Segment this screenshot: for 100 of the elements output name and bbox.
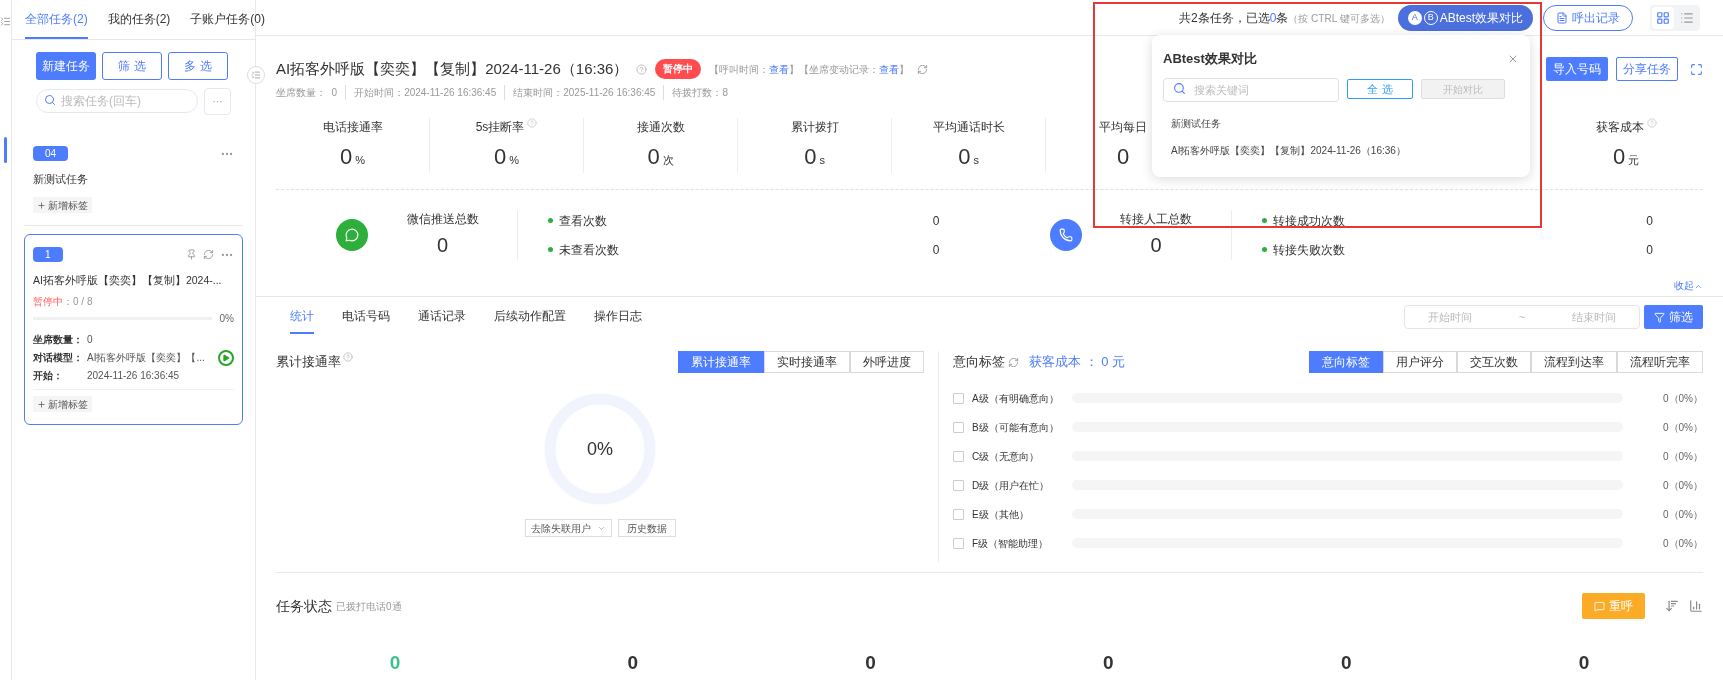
segment-tab[interactable]: 实时接通率 <box>764 351 850 373</box>
stat-unit: 次 <box>662 153 674 168</box>
stat-label: 累计拨打 <box>790 119 839 136</box>
sub-tab[interactable]: 统计 <box>290 300 314 334</box>
segment-tab[interactable]: 用户评分 <box>1383 351 1457 373</box>
checkbox[interactable] <box>953 421 964 433</box>
stat-value: 0 <box>647 143 660 171</box>
sub-tab[interactable]: 电话号码 <box>342 300 390 334</box>
user-filter-select[interactable]: 去除失联用户 <box>524 519 612 537</box>
select-all-button[interactable]: 全 选 <box>1347 79 1413 99</box>
view-link[interactable]: 查看 <box>879 61 900 77</box>
segment-tab[interactable]: 流程到达率 <box>1531 351 1617 373</box>
header-button[interactable]: 分享任务 <box>1616 57 1678 81</box>
pin-icon[interactable] <box>186 249 197 260</box>
summary-hint: （按 CTRL 键可多选） <box>1288 11 1390 26</box>
checkbox[interactable] <box>953 479 964 491</box>
segment-tab[interactable]: 外呼进度 <box>850 351 924 373</box>
task-tab[interactable]: 子账户任务(0) <box>190 0 265 39</box>
intent-value: 0（0%） <box>1662 391 1703 406</box>
stat-label: 接通次数 <box>636 119 685 136</box>
add-tag-button[interactable]: 新增标签 <box>33 396 92 412</box>
push-item-label: 转接失败次数 <box>1272 241 1346 259</box>
segment-tab[interactable]: 流程听完率 <box>1617 351 1703 373</box>
meta-text: 待拨打数：8 <box>663 85 728 100</box>
refresh-icon[interactable] <box>1008 356 1019 368</box>
grid-view-icon[interactable] <box>1652 6 1674 29</box>
sub-tab[interactable]: 通话记录 <box>418 300 466 334</box>
stat-value: 0 <box>494 143 507 171</box>
bar-chart-icon[interactable] <box>1689 599 1703 613</box>
field-label: 开始： <box>33 369 64 383</box>
checkbox[interactable] <box>953 450 964 462</box>
sidebar-button[interactable]: 新建任务 <box>36 52 96 80</box>
task-badge: 04 <box>33 146 69 161</box>
segment-tab[interactable]: 累计接通率 <box>678 351 764 373</box>
stat-label: 平均通话时长 <box>932 119 1005 136</box>
intent-value: 0（0%） <box>1662 478 1703 493</box>
filter-icon <box>1654 311 1665 323</box>
popup-task-item[interactable]: 新测试任务 <box>1171 115 1519 131</box>
menu-icon[interactable] <box>0 16 11 27</box>
message-icon <box>1594 600 1605 612</box>
collapse-link[interactable]: 收起 <box>1674 280 1703 292</box>
sub-tab[interactable]: 后续动作配置 <box>494 300 566 334</box>
push-item-value: 0 <box>932 212 940 230</box>
link-label: 【呼叫时间： <box>709 62 770 77</box>
intent-label: D级（用户在忙） <box>972 478 1051 493</box>
popup-search-field[interactable]: 搜索关键词 <box>1163 77 1339 102</box>
task-card[interactable]: 04 新测试任务 新增标签 <box>24 133 243 226</box>
field-label: 对话模型： <box>33 351 84 365</box>
intent-value: 0（0%） <box>1662 507 1703 522</box>
stat-value: 0 <box>1612 143 1626 171</box>
task-tab[interactable]: 全部任务(2) <box>25 0 88 39</box>
checkbox[interactable] <box>953 508 964 520</box>
popup-title: ABtest效果对比 <box>1163 50 1257 68</box>
help-icon <box>527 118 538 128</box>
meta-text: 结束时间：2025-11-26 16:36:45 <box>504 85 656 100</box>
sub-tab[interactable]: 操作日志 <box>594 300 642 334</box>
meta-text: 开始时间：2024-11-26 16:36:45 <box>345 85 497 100</box>
help-icon <box>1646 118 1657 128</box>
task-title: AI拓客外呼版【奕奕】【复制】2024-11-26（16:36） <box>276 58 629 79</box>
intent-label: A级（有明确意向） <box>972 391 1060 406</box>
refresh-icon[interactable] <box>917 63 929 75</box>
task-tab[interactable]: 我的任务(2) <box>107 0 171 39</box>
ab-icon-a: A <box>1407 10 1422 25</box>
checkbox[interactable] <box>953 392 964 404</box>
status-count: 0 <box>1102 651 1115 675</box>
field-value: AI拓客外呼版【奕奕】【... <box>87 351 205 365</box>
view-link[interactable]: 查看 <box>769 61 790 77</box>
ring-percent: 0% <box>586 437 614 461</box>
history-button[interactable]: 历史数据 <box>617 519 676 537</box>
fullscreen-icon[interactable] <box>1690 62 1703 76</box>
sort-icon[interactable] <box>1665 599 1679 613</box>
status-count: 0 <box>626 651 640 675</box>
card-title: 累计接通率 <box>276 353 341 372</box>
intent-label: E级（其他） <box>972 507 1030 522</box>
status-badge: 暂停中 <box>655 59 702 79</box>
stat-value: 0 <box>340 143 353 171</box>
card-title: 意向标签 <box>953 353 1005 372</box>
more-button[interactable]: ··· <box>204 88 231 115</box>
search-field[interactable]: 搜索任务(回车) <box>36 89 198 113</box>
play-icon[interactable] <box>218 349 234 366</box>
plus-icon <box>37 399 46 409</box>
refresh-icon[interactable] <box>203 249 214 260</box>
popup-task-item[interactable]: AI拓客外呼版【奕奕】【复制】2024-11-26（16:36） <box>1171 142 1519 158</box>
segment-tab[interactable]: 意向标签 <box>1309 351 1383 373</box>
field-value: 2024-11-26 16:36:45 <box>87 369 180 383</box>
push-item-label: 转接成功次数 <box>1272 212 1346 230</box>
sidebar-button[interactable]: 筛 选 <box>102 52 162 80</box>
header-button[interactable]: 导入号码 <box>1546 57 1608 81</box>
task-card[interactable]: 1 AI拓客外呼版【奕奕】【复制】2024-... 暂停中：0 / 8 0% 坐席数量： 0 对话模型： AI拓客外呼版【奕奕】【... 开始： 2024-11-26 16:36:45 新增标签 <box>24 234 243 425</box>
collapse-sidebar-icon[interactable] <box>247 66 265 84</box>
checkbox[interactable] <box>953 537 964 549</box>
summary-suffix: 条 <box>1276 9 1289 27</box>
sidebar-button[interactable]: 多 选 <box>168 52 228 80</box>
filter-button[interactable]: 筛选 <box>1644 305 1703 329</box>
abtest-button[interactable]: A B ABtest效果对比 <box>1397 4 1533 31</box>
push-value: 0 <box>1150 233 1162 258</box>
segment-tab[interactable]: 交互次数 <box>1457 351 1531 373</box>
add-tag-button[interactable]: 新增标签 <box>33 197 92 213</box>
stat-label: 5s挂断率 <box>475 119 525 136</box>
link-bracket: 】 <box>899 62 910 77</box>
